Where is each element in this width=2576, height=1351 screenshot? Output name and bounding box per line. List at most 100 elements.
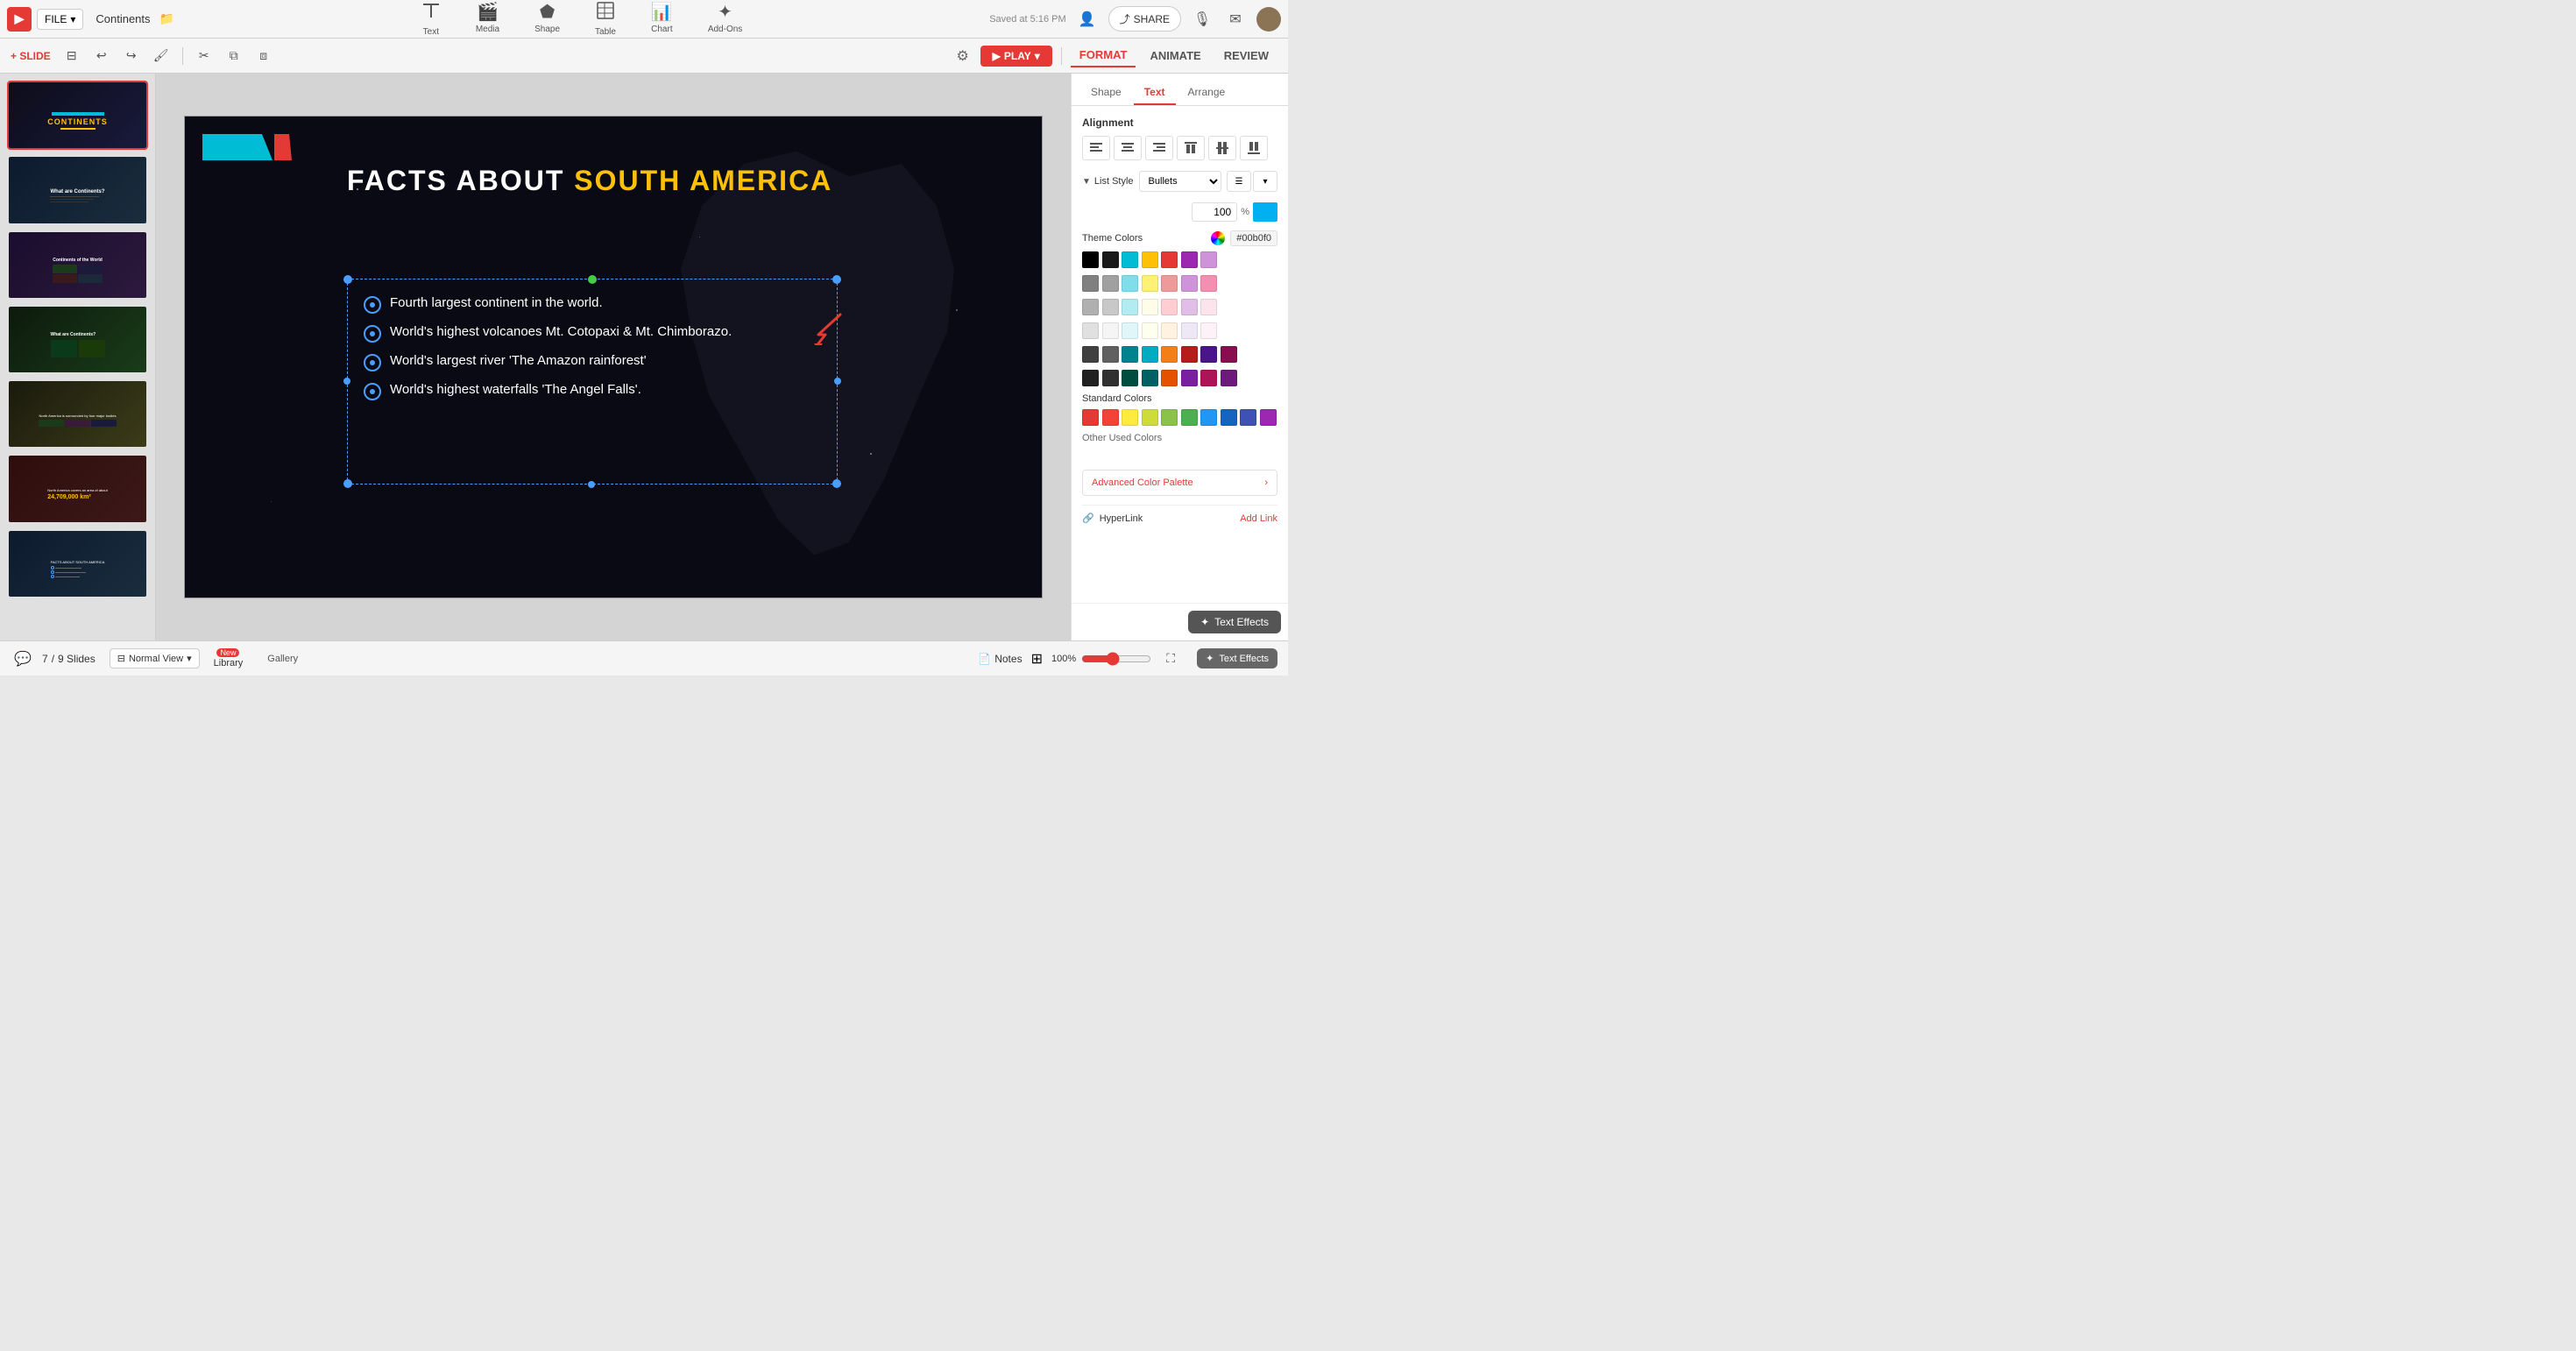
slide-thumb-2[interactable]: 2 What are Continents?	[7, 155, 148, 224]
color-red[interactable]	[1161, 251, 1178, 268]
color-light-red[interactable]	[1161, 275, 1178, 292]
library-section[interactable]: New Library	[214, 648, 244, 668]
color-cyan[interactable]	[1122, 251, 1138, 268]
color-ivory[interactable]	[1142, 322, 1158, 339]
color-light-gray[interactable]	[1082, 299, 1099, 315]
color-near-black[interactable]	[1082, 370, 1099, 386]
cut-btn[interactable]: ✂	[192, 44, 216, 68]
copy-btn[interactable]: ⧉	[222, 44, 246, 68]
tool-table[interactable]: Table	[588, 0, 623, 40]
color-dark[interactable]	[1102, 251, 1119, 268]
color-lighter-gray[interactable]	[1082, 322, 1099, 339]
color-orange[interactable]	[1161, 346, 1178, 363]
color-light-cyan[interactable]	[1122, 275, 1138, 292]
color-cream[interactable]	[1142, 299, 1158, 315]
slide-canvas[interactable]: FACTS ABOUT SOUTH AMERICA Fourth largest…	[184, 116, 1043, 598]
grid-view-btn[interactable]: ⊟	[60, 44, 84, 68]
slide-thumb-6[interactable]: 6 North America covers an area of about …	[7, 454, 148, 523]
list-style-collapse[interactable]: ▼ List Style	[1082, 176, 1134, 187]
color-dark-teal[interactable]	[1142, 370, 1158, 386]
percent-input[interactable]	[1192, 202, 1237, 222]
color-nearly-white[interactable]	[1102, 322, 1119, 339]
bottom-text-effects-btn[interactable]: ✦ Text Effects	[1197, 648, 1277, 668]
color-pink[interactable]	[1200, 275, 1217, 292]
tab-arrange[interactable]: Arrange	[1178, 81, 1236, 105]
color-teal[interactable]	[1122, 346, 1138, 363]
handle-bot-center[interactable]	[588, 481, 595, 488]
fullscreen-btn[interactable]: ⛶	[1160, 648, 1181, 669]
slide-thumb-5[interactable]: 5 North America is surrounded by four ma…	[7, 379, 148, 449]
paste-btn[interactable]: ⧈	[251, 44, 276, 68]
tool-chart[interactable]: 📊 Chart	[644, 0, 680, 40]
std-color-4[interactable]	[1142, 409, 1158, 426]
color-raspberry[interactable]	[1200, 370, 1217, 386]
std-color-7[interactable]	[1200, 409, 1217, 426]
zoom-slider[interactable]	[1081, 652, 1151, 666]
align-center-btn[interactable]	[1114, 136, 1142, 160]
undo-btn[interactable]: ↩	[89, 44, 114, 68]
color-dark-red[interactable]	[1181, 346, 1198, 363]
user-avatar[interactable]	[1256, 7, 1281, 32]
color-lavender[interactable]	[1181, 275, 1198, 292]
color-light-yellow[interactable]	[1142, 275, 1158, 292]
std-color-8[interactable]	[1221, 409, 1237, 426]
color-dark-violet[interactable]	[1221, 370, 1237, 386]
color-peach[interactable]	[1161, 322, 1178, 339]
gallery-btn[interactable]: Gallery	[267, 654, 298, 664]
file-button[interactable]: FILE ▾	[37, 9, 83, 30]
std-color-9[interactable]	[1240, 409, 1256, 426]
list-icon-btn-1[interactable]: ☰	[1227, 171, 1251, 192]
color-pale-purple[interactable]	[1181, 299, 1198, 315]
review-tab[interactable]: REVIEW	[1215, 45, 1277, 67]
tab-text[interactable]: Text	[1134, 81, 1176, 105]
color-black[interactable]	[1082, 251, 1099, 268]
table-icon-btn[interactable]: ⊞	[1031, 650, 1043, 668]
slide-thumb-4[interactable]: 4 What are Continents?	[7, 305, 148, 374]
color-violet[interactable]	[1181, 370, 1198, 386]
color-lilac[interactable]	[1181, 322, 1198, 339]
paint-btn[interactable]: 🖌	[149, 44, 173, 68]
text-selection-box[interactable]: Fourth largest continent in the world. W…	[347, 279, 838, 485]
color-maroon[interactable]	[1221, 346, 1237, 363]
slide-thumb-1[interactable]: 1 CONTINENTS	[7, 81, 148, 150]
color-pale-cyan[interactable]	[1122, 299, 1138, 315]
tool-addons[interactable]: ✦ Add-Ons	[701, 0, 749, 40]
color-forest[interactable]	[1122, 370, 1138, 386]
voice-icon[interactable]: 🎙	[1190, 7, 1214, 32]
slide-label[interactable]: + SLIDE	[11, 50, 51, 62]
advanced-color-palette-btn[interactable]: Advanced Color Palette ›	[1082, 470, 1277, 496]
format-tab[interactable]: FORMAT	[1071, 44, 1136, 67]
std-color-2[interactable]	[1102, 409, 1119, 426]
handle-bot-right[interactable]	[832, 479, 841, 488]
notifications-icon[interactable]: ✉	[1223, 7, 1248, 32]
play-button[interactable]: ▶ PLAY ▾	[980, 46, 1052, 67]
animate-tab[interactable]: ANIMATE	[1141, 45, 1209, 67]
rainbow-icon[interactable]	[1211, 231, 1225, 245]
handle-top-center[interactable]	[588, 275, 597, 284]
tool-text[interactable]: Text	[414, 0, 448, 40]
share-button[interactable]: ⤴ SHARE	[1108, 6, 1181, 32]
color-pale-rose[interactable]	[1200, 322, 1217, 339]
color-dark-gray[interactable]	[1082, 346, 1099, 363]
std-color-10[interactable]	[1260, 409, 1277, 426]
chat-icon-btn[interactable]: 💬	[11, 647, 35, 671]
view-button[interactable]: ⊟ Normal View ▾	[110, 648, 200, 668]
color-burnt-orange[interactable]	[1161, 370, 1178, 386]
list-style-select[interactable]: Bullets Numbered None	[1139, 171, 1221, 192]
color-silver[interactable]	[1102, 299, 1119, 315]
redo-btn[interactable]: ↪	[119, 44, 144, 68]
std-color-5[interactable]	[1161, 409, 1178, 426]
color-swatch[interactable]	[1253, 202, 1277, 222]
std-color-6[interactable]	[1181, 409, 1198, 426]
add-link-btn[interactable]: Add Link	[1240, 513, 1277, 524]
slide-thumb-7[interactable]: 7 FACTS ABOUT SOUTH AMERICA	[7, 529, 148, 598]
align-top-btn[interactable]	[1177, 136, 1205, 160]
handle-top-right[interactable]	[832, 275, 841, 284]
align-middle-btn[interactable]	[1208, 136, 1236, 160]
color-purple[interactable]	[1181, 251, 1198, 268]
color-amber[interactable]	[1142, 251, 1158, 268]
handle-mid-left[interactable]	[343, 378, 350, 385]
handle-bot-left[interactable]	[343, 479, 352, 488]
color-med-gray[interactable]	[1102, 275, 1119, 292]
align-bottom-btn[interactable]	[1240, 136, 1268, 160]
